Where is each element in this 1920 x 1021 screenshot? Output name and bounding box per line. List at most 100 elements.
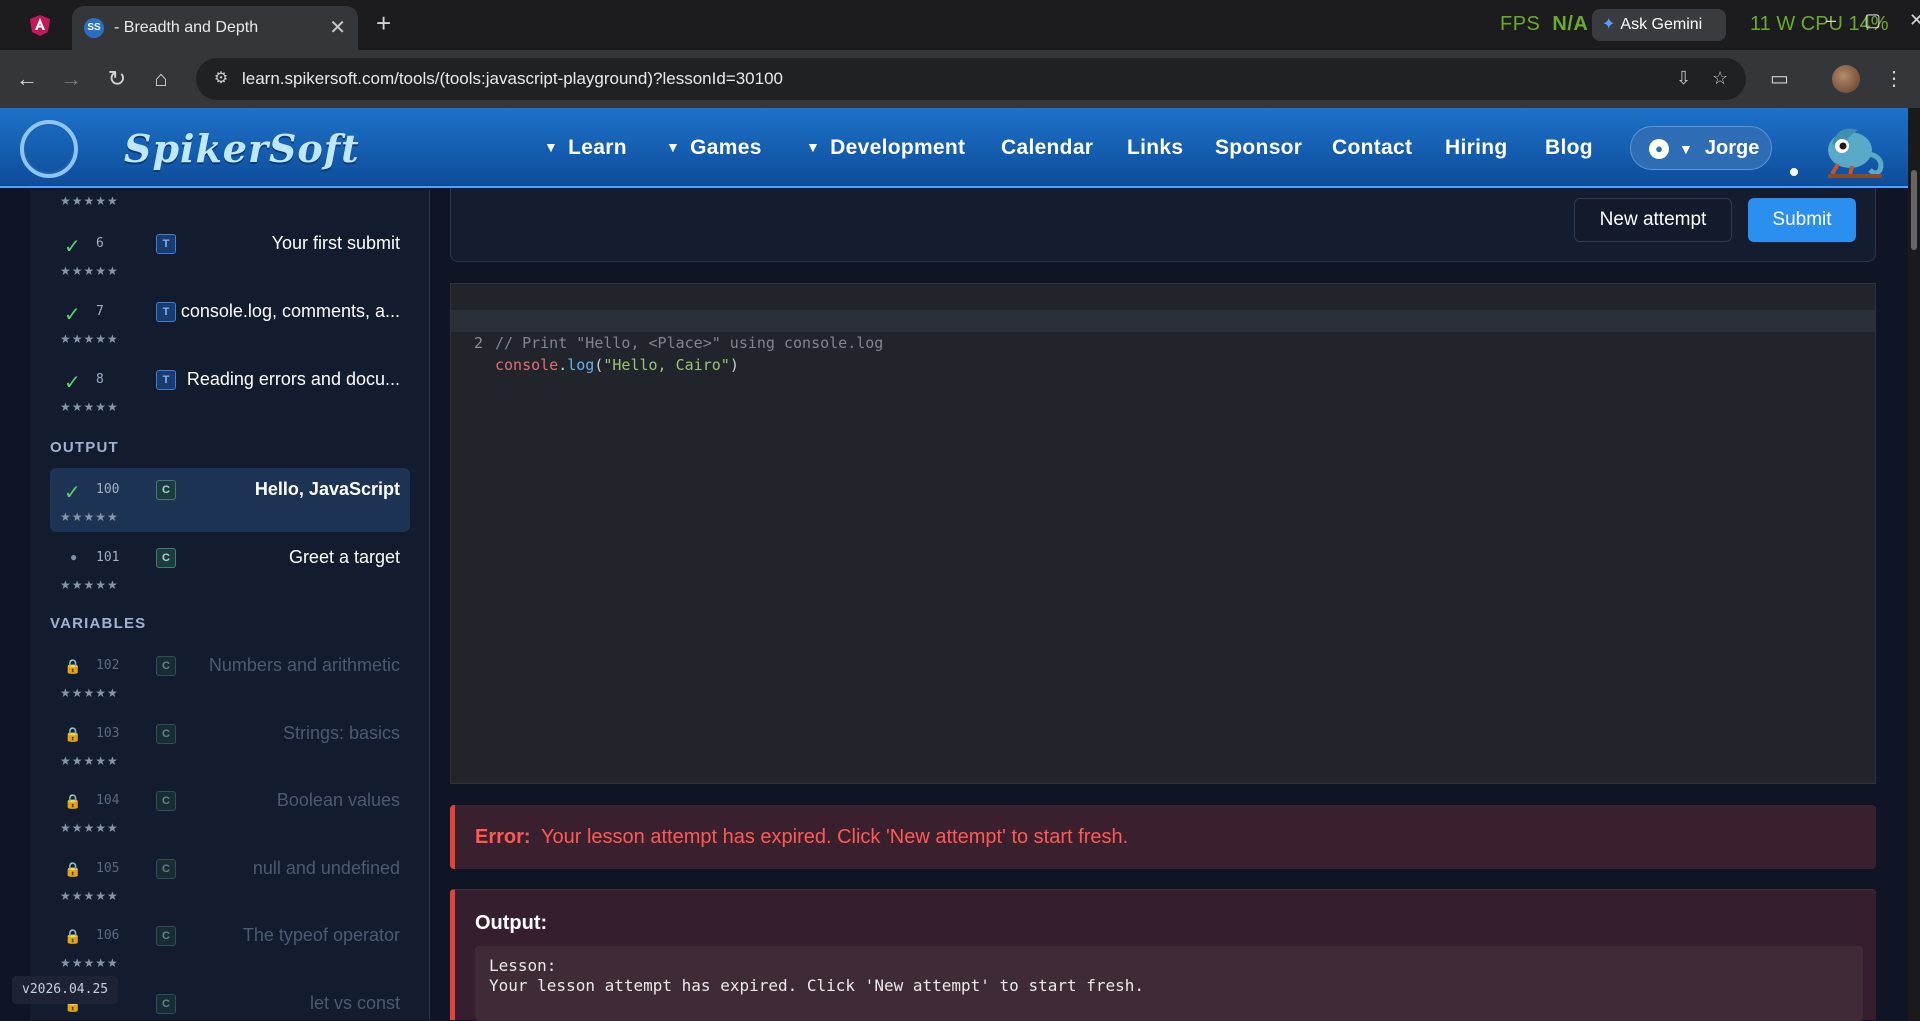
lesson-item-106[interactable]: 🔒 106 C The typeof operator ★★★★★ xyxy=(50,914,410,978)
lesson-type-badge: C xyxy=(156,724,176,744)
section-header-output: OUTPUT xyxy=(50,439,119,456)
page-scrollbar[interactable] xyxy=(1908,108,1920,1020)
lock-icon: 🔒 xyxy=(64,861,82,877)
check-icon: ✓ xyxy=(64,236,81,258)
browser-tab-bar: SS - Breadth and Depth ✕ + FPS N/A ✦ Ask G… xyxy=(0,0,1920,50)
fps-overlay: FPS N/A xyxy=(1500,13,1589,35)
nav-contact[interactable]: Contact xyxy=(1332,136,1412,160)
site-logo-icon[interactable] xyxy=(20,120,78,178)
lesson-number: 100 xyxy=(96,482,120,497)
code-text[interactable]: console.log("Hello, Cairo") xyxy=(495,354,739,376)
lesson-stars: ★★★★★ xyxy=(60,332,119,346)
user-menu-button[interactable]: ● ▼ Jorge xyxy=(1630,126,1772,170)
nav-sponsor[interactable]: Sponsor xyxy=(1215,136,1302,160)
error-message: Your lesson attempt has expired. Click '… xyxy=(541,826,1129,848)
browser-tab[interactable]: SS - Breadth and Depth ✕ xyxy=(72,6,358,50)
site-info-icon[interactable]: ⚙ xyxy=(210,68,232,90)
install-app-icon[interactable]: ⇩ xyxy=(1676,68,1691,89)
chevron-down-icon: ▼ xyxy=(544,139,559,155)
lesson-sidebar[interactable]: ★★★★★ ✓ 6 T Your first submit ★★★★★ ✓ 7 … xyxy=(30,190,430,1020)
code-line-2[interactable]: 2 console.log("Hello, Cairo") xyxy=(451,310,1875,374)
new-tab-icon[interactable]: + xyxy=(376,8,391,39)
lesson-type-badge: T xyxy=(156,234,176,254)
lesson-number: 101 xyxy=(96,550,120,565)
forward-icon[interactable]: → xyxy=(58,66,84,92)
chameleon-mascot-icon[interactable] xyxy=(1818,114,1888,184)
chevron-down-icon: ▼ xyxy=(806,139,821,155)
nav-links[interactable]: Links xyxy=(1127,136,1183,160)
lesson-stars: ★★★★★ xyxy=(60,264,119,278)
address-bar[interactable]: ⚙ learn.spikersoft.com/tools/(tools:java… xyxy=(196,58,1746,100)
tab-close-icon[interactable]: ✕ xyxy=(329,15,346,40)
nav-hiring[interactable]: Hiring xyxy=(1445,136,1507,160)
lesson-stars: ★★★★★ xyxy=(60,578,119,592)
lesson-title: console.log, comments, a... xyxy=(180,301,400,321)
nav-calendar[interactable]: Calendar xyxy=(1001,136,1093,160)
lock-icon: 🔒 xyxy=(64,726,82,742)
lesson-item-104[interactable]: 🔒 104 C Boolean values ★★★★★ xyxy=(50,779,410,843)
nav-development[interactable]: ▼ Development xyxy=(806,136,965,160)
lesson-type-badge: T xyxy=(156,302,176,322)
lesson-stars: ★★★★★ xyxy=(60,889,119,903)
error-label: Error: xyxy=(475,826,531,848)
reload-icon[interactable]: ↻ xyxy=(104,66,130,92)
profile-avatar[interactable] xyxy=(1832,65,1860,93)
output-label: Output: xyxy=(475,912,548,934)
brand-name[interactable]: SpikerSoft xyxy=(124,126,360,171)
bullet-icon: ● xyxy=(70,550,78,564)
lesson-type-badge: C xyxy=(156,859,176,879)
lesson-title: The typeof operator xyxy=(242,925,400,945)
lesson-title: Hello, JavaScript xyxy=(254,479,400,499)
window-controls[interactable]: –▢✕ xyxy=(1826,10,1920,31)
lesson-item-8[interactable]: ✓ 8 T Reading errors and docu... ★★★★★ xyxy=(50,358,410,422)
tab-search-icon[interactable]: ▭ xyxy=(1770,66,1789,91)
section-header-variables: VARIABLES xyxy=(50,615,147,632)
scrollbar-thumb[interactable] xyxy=(1911,170,1917,250)
lesson-item-100[interactable]: ✓ 100 C Hello, JavaScript ★★★★★ xyxy=(50,468,410,532)
gemini-spark-icon: ✦ xyxy=(1602,16,1616,33)
lesson-stars: ★★★★★ xyxy=(60,821,119,835)
lesson-item-105[interactable]: 🔒 105 C null and undefined ★★★★★ xyxy=(50,847,410,911)
app-logo-icon[interactable] xyxy=(28,13,52,37)
browser-menu-icon[interactable]: ⋮ xyxy=(1884,66,1904,91)
nav-blog[interactable]: Blog xyxy=(1545,136,1593,160)
line-number: 2 xyxy=(473,334,483,352)
lesson-number: 7 xyxy=(96,304,104,319)
lesson-item-101[interactable]: ● 101 C Greet a target ★★★★★ xyxy=(50,536,410,600)
nav-learn[interactable]: ▼ Learn xyxy=(544,136,627,160)
site-header: SpikerSoft ▼ Learn ▼ Games ▼ Development Ca… xyxy=(0,108,1908,188)
nav-games[interactable]: ▼ Games xyxy=(666,136,762,160)
url-text[interactable]: learn.spikersoft.com/tools/(tools:javasc… xyxy=(242,69,783,89)
code-editor[interactable]: 1 // Print "Hello, <Place>" using consol… xyxy=(450,283,1876,784)
bookmark-star-icon[interactable]: ☆ xyxy=(1712,68,1728,89)
submit-button[interactable]: Submit xyxy=(1748,198,1856,242)
home-icon[interactable]: ⌂ xyxy=(148,66,174,92)
new-attempt-button[interactable]: New attempt xyxy=(1574,198,1732,242)
tab-title: - Breadth and Depth xyxy=(114,19,259,36)
lesson-stars: ★★★★★ xyxy=(60,686,119,700)
lesson-title: Reading errors and docu... xyxy=(186,369,400,389)
lesson-number: 8 xyxy=(96,372,104,387)
lock-icon: 🔒 xyxy=(64,793,82,809)
lesson-stars: ★★★★★ xyxy=(60,956,119,970)
ask-gemini-button[interactable]: ✦ Ask Gemini xyxy=(1592,9,1726,41)
chevron-down-icon: ▼ xyxy=(666,139,681,155)
error-banner: Error: Your lesson attempt has expired. … xyxy=(450,805,1876,869)
browser-toolbar: ← → ↻ ⌂ ⚙ learn.spikersoft.com/tools/(to… xyxy=(0,50,1920,108)
lesson-type-badge: C xyxy=(156,994,176,1014)
back-icon[interactable]: ← xyxy=(14,66,40,92)
code-line-1[interactable]: 1 // Print "Hello, <Place>" using consol… xyxy=(451,288,1875,352)
output-panel: Output: Lesson: Your lesson attempt has … xyxy=(450,889,1876,1021)
lesson-type-badge: C xyxy=(156,791,176,811)
lesson-title: Numbers and arithmetic xyxy=(208,655,400,675)
lesson-item-6[interactable]: ✓ 6 T Your first submit ★★★★★ xyxy=(50,222,410,286)
stars: ★★★★★ xyxy=(60,194,119,208)
lesson-type-badge: C xyxy=(156,926,176,946)
code-text[interactable]: // Print "Hello, <Place>" using console.… xyxy=(495,332,883,354)
lesson-type-badge: C xyxy=(156,480,176,500)
lesson-type-badge: C xyxy=(156,548,176,568)
lesson-item-102[interactable]: 🔒 102 C Numbers and arithmetic ★★★★★ xyxy=(50,644,410,708)
lesson-item-103[interactable]: 🔒 103 C Strings: basics ★★★★★ xyxy=(50,712,410,776)
lesson-title: Greet a target xyxy=(288,547,400,567)
lesson-item-7[interactable]: ✓ 7 T console.log, comments, a... ★★★★★ xyxy=(50,290,410,354)
